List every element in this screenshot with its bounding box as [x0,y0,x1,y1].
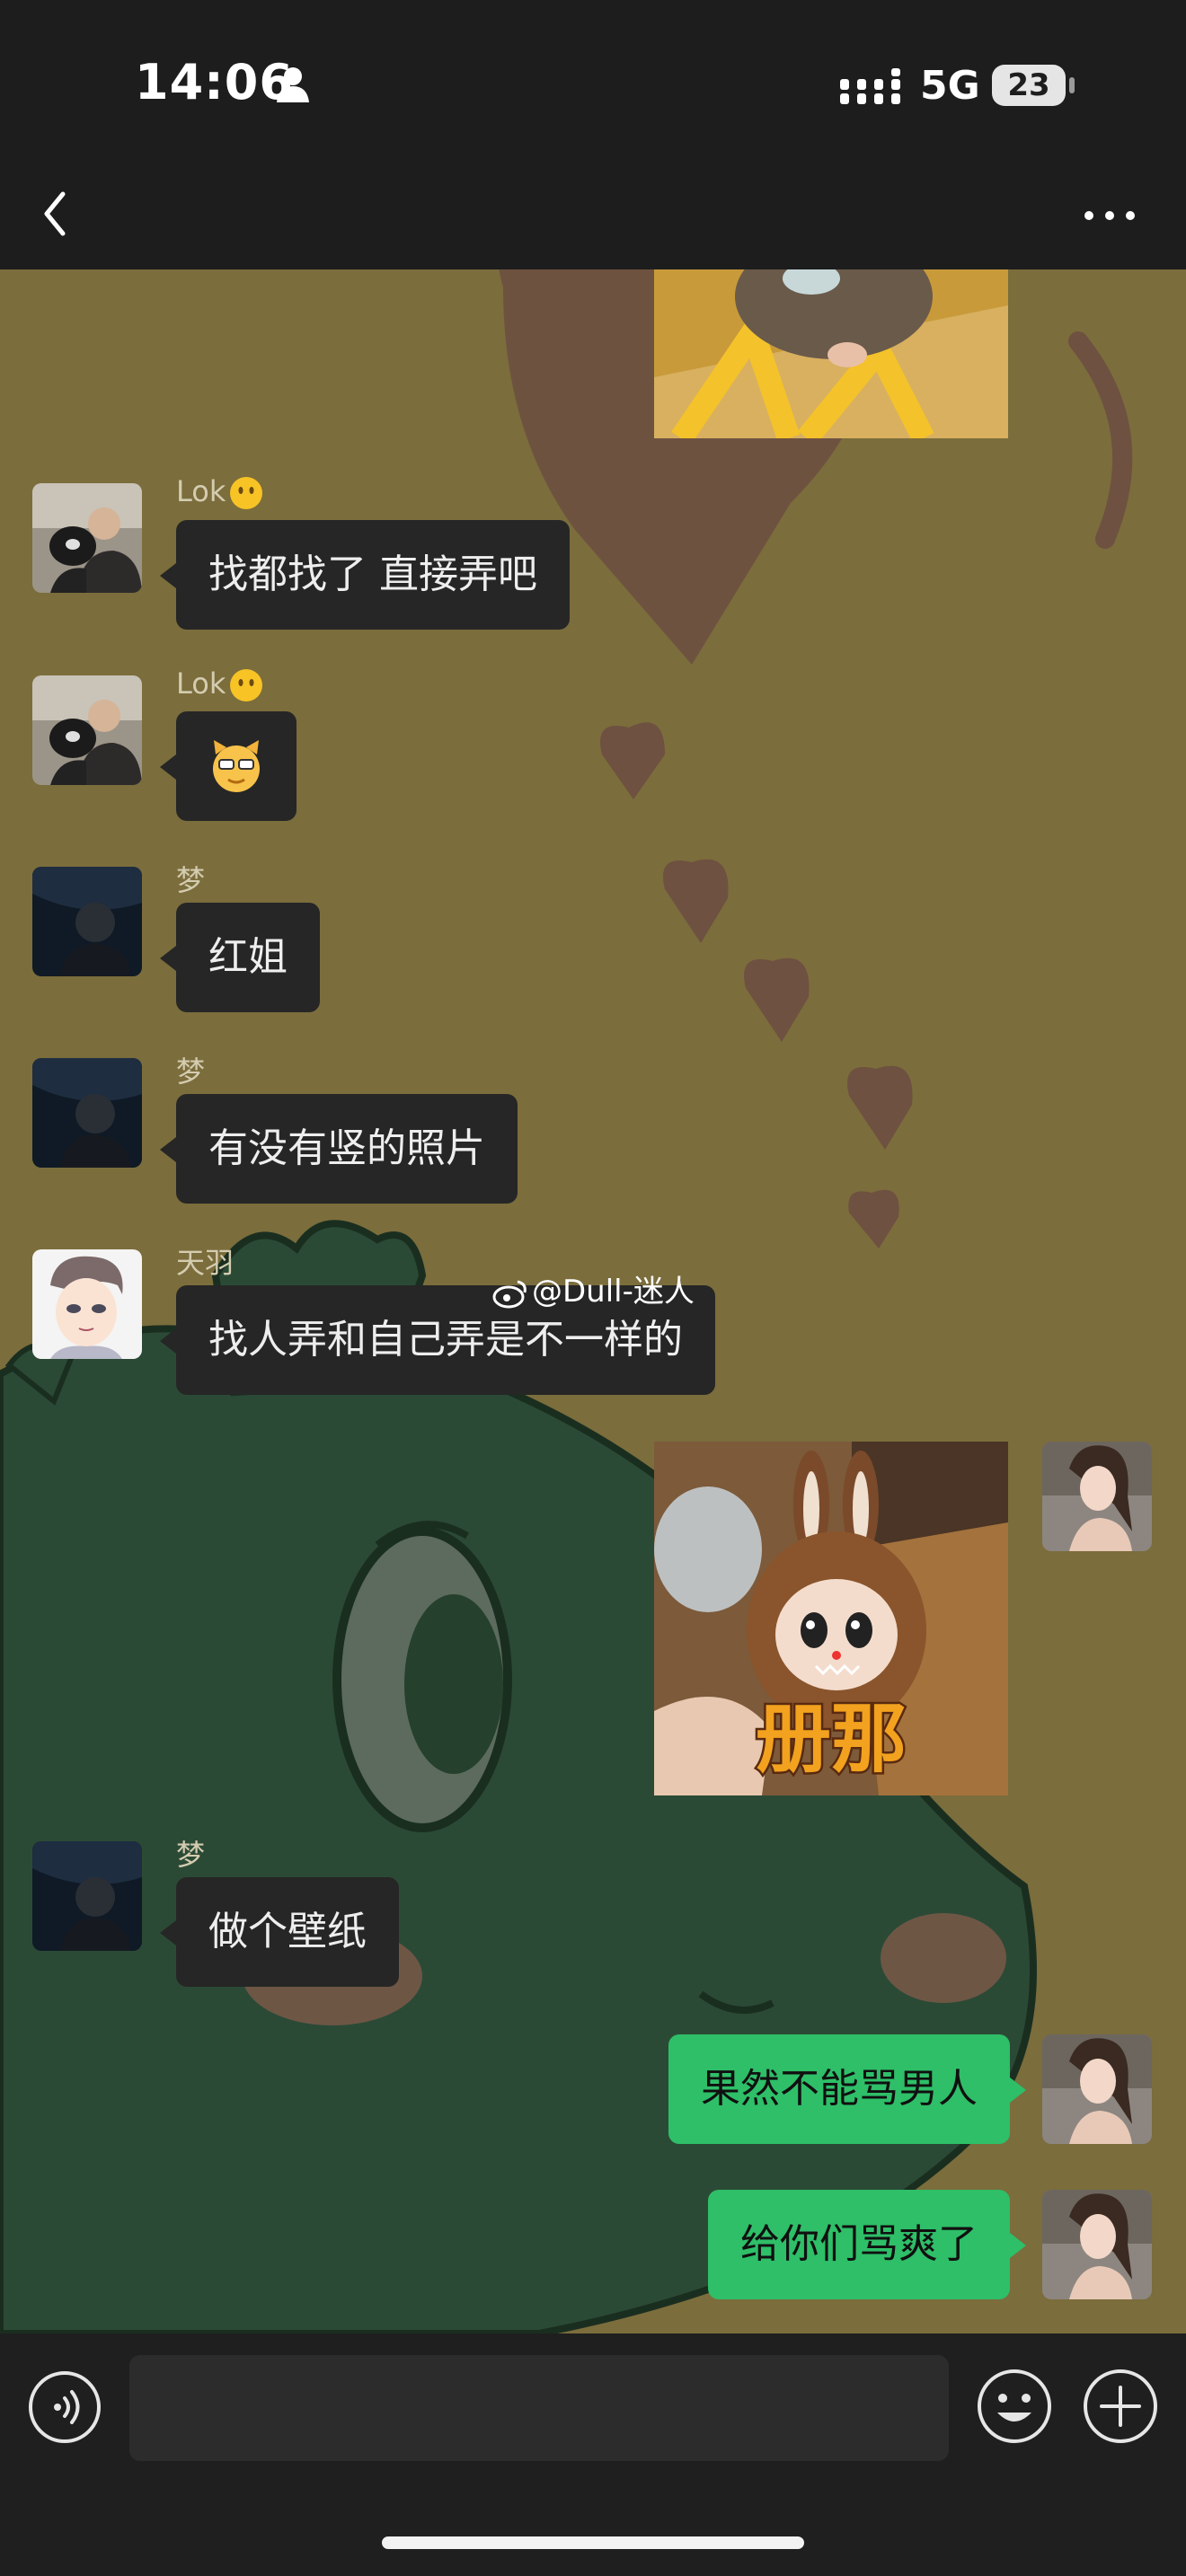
outgoing-image-message[interactable]: 册那 [654,1442,1008,1795]
image-caption: 册那 [756,1695,907,1783]
incoming-emoji-bubble[interactable] [160,711,296,821]
nav-bar [0,162,1186,269]
status-time: 14:06 [135,54,294,110]
sender-name: Lok [176,474,263,510]
incoming-message-bubble[interactable]: 做个壁纸 [160,1877,399,1987]
sender-name: 梦 [176,863,206,897]
avatar-meng[interactable] [32,1058,142,1168]
cat-emoji-icon [213,740,260,792]
emoji-icon[interactable] [976,2368,1053,2445]
avatar-meng[interactable] [32,1841,142,1951]
avatar-self[interactable] [1042,2034,1152,2144]
labubu-toy-photo: 册那 [654,1442,1008,1795]
avatar-lok[interactable] [32,483,142,593]
sender-name: 梦 [176,1054,206,1089]
voice-input-icon[interactable] [27,2369,102,2445]
signal-dots-icon [840,68,900,104]
avatar-tianyu[interactable] [32,1249,142,1359]
input-bar [0,2333,1186,2576]
status-bar: 14:06 5G 23 [0,0,1186,162]
chat-area[interactable]: Lok 找都找了 直接弄吧 Lok 梦 红姐 梦 有没有竖的照片 天羽 找人弄和… [0,269,1186,2333]
toy-photo-partial [654,269,1008,438]
back-chevron-icon[interactable] [36,185,75,243]
expressionless-emoji-icon [230,669,263,701]
sender-name: Lok [176,666,263,702]
home-indicator[interactable] [382,2536,804,2549]
watermark: @Dull-迷人 [492,1266,695,1310]
incoming-message-bubble[interactable]: 有没有竖的照片 [160,1094,518,1204]
incoming-message-bubble[interactable]: 红姐 [160,903,320,1012]
outgoing-message-bubble[interactable]: 给你们骂爽了 [708,2190,1026,2299]
avatar-meng[interactable] [32,867,142,976]
message-input[interactable] [129,2355,949,2461]
image-message-top[interactable] [654,269,1008,438]
expressionless-emoji-icon [230,477,263,509]
incoming-message-bubble[interactable]: 找都找了 直接弄吧 [160,520,570,630]
more-options-icon[interactable] [1078,198,1141,234]
network-type: 5G [920,63,980,109]
weibo-icon [492,1280,527,1308]
avatar-self[interactable] [1042,2190,1152,2299]
battery-cap [1069,77,1075,93]
sender-name: 天羽 [176,1246,235,1280]
battery-indicator: 23 [992,65,1066,106]
plus-icon[interactable] [1082,2368,1159,2445]
sender-name: 梦 [176,1838,206,1872]
avatar-self[interactable] [1042,1442,1152,1551]
avatar-lok[interactable] [32,675,142,785]
outgoing-message-bubble[interactable]: 果然不能骂男人 [668,2034,1026,2144]
person-icon [277,67,309,102]
